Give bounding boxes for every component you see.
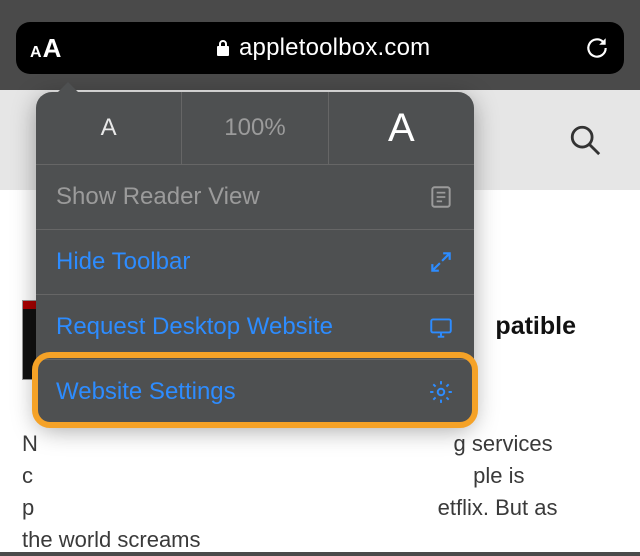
hide-toolbar-button[interactable]: Hide Toolbar [36, 230, 474, 294]
zoom-percent-display[interactable]: 100% [182, 92, 328, 164]
search-icon[interactable] [568, 123, 602, 157]
aa-small-glyph: A [30, 44, 42, 62]
zoom-controls-row: A 100% A [36, 92, 474, 164]
browser-chrome-top: A A appletoolbox.com [0, 0, 640, 90]
menu-label: Hide Toolbar [56, 248, 190, 276]
url-text: appletoolbox.com [239, 34, 430, 62]
zoom-in-glyph: A [388, 106, 415, 151]
url-display[interactable]: appletoolbox.com [61, 34, 584, 62]
text-size-popover: A 100% A Show Reader View Hide Toolbar [36, 92, 474, 424]
text-size-button[interactable]: A A [30, 33, 61, 64]
zoom-in-button[interactable]: A [329, 92, 474, 164]
show-reader-view-button[interactable]: Show Reader View [36, 165, 474, 229]
reload-icon[interactable] [584, 35, 610, 61]
request-desktop-website-button[interactable]: Request Desktop Website [36, 295, 474, 359]
url-bar: A A appletoolbox.com [16, 22, 624, 74]
website-settings-button[interactable]: Website Settings [36, 360, 474, 424]
article-title-fragment: patible [495, 312, 576, 341]
article-body-fragment: N g services c ple is p [22, 428, 558, 556]
expand-icon [428, 249, 454, 275]
aa-large-glyph: A [43, 33, 62, 64]
lock-icon [215, 38, 231, 58]
zoom-out-button[interactable]: A [36, 92, 182, 164]
menu-label: Website Settings [56, 378, 236, 406]
desktop-icon [428, 314, 454, 340]
gear-icon [428, 379, 454, 405]
menu-label: Show Reader View [56, 183, 260, 211]
reader-icon [428, 184, 454, 210]
zoom-out-glyph: A [101, 114, 117, 142]
menu-label: Request Desktop Website [56, 313, 333, 341]
popover-caret [56, 82, 80, 94]
